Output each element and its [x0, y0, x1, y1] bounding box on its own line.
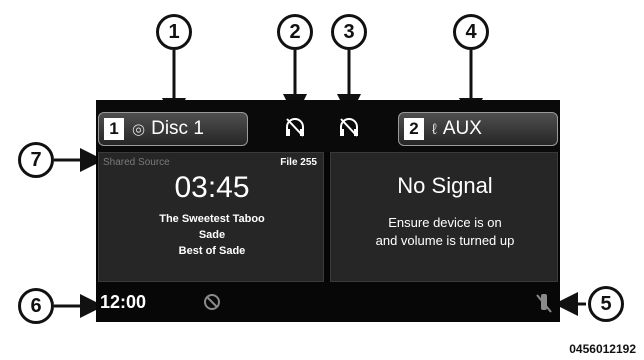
radio-screen: 1 ◎ Disc 1 2 ℓ AUX Shared Source File 25… — [96, 100, 560, 322]
shared-source-label: Shared Source — [103, 157, 170, 168]
callout-2: 2 — [277, 14, 313, 50]
source-2-number: 2 — [404, 118, 424, 140]
headphones-off-icon[interactable] — [284, 116, 306, 138]
source-2-panel[interactable]: No Signal Ensure device is on and volume… — [330, 152, 558, 282]
figure-code: 0456012192 — [569, 342, 636, 356]
top-bar: 1 ◎ Disc 1 2 ℓ AUX — [96, 100, 560, 152]
callout-3: 3 — [331, 14, 367, 50]
callout-7: 7 — [18, 142, 54, 178]
callout-4: 4 — [453, 14, 489, 50]
disc-icon: ◎ — [132, 121, 146, 138]
no-symbol-icon — [204, 294, 220, 310]
hint-line-1: Ensure device is on — [388, 215, 502, 230]
file-number: File 255 — [280, 157, 317, 168]
remote-off-icon — [536, 294, 552, 313]
song-title: The Sweetest Taboo — [159, 213, 265, 225]
source-2-label: AUX — [442, 118, 482, 139]
source-1-label: Disc 1 — [151, 118, 204, 139]
source-1-number: 1 — [104, 118, 124, 140]
headphones-off-icon[interactable] — [338, 116, 360, 138]
play-time: 03:45 — [174, 171, 250, 204]
album-name: Best of Sade — [178, 245, 246, 257]
aux-icon: ℓ — [432, 120, 437, 138]
artist-name: Sade — [198, 229, 226, 241]
callout-1: 1 — [156, 14, 192, 50]
source-2-button[interactable]: 2 ℓ AUX — [398, 112, 558, 146]
clock: 12:00 — [100, 292, 147, 312]
source-1-panel[interactable]: Shared Source File 255 03:45 The Sweetes… — [98, 152, 324, 282]
status-bar: 12:00 — [96, 282, 560, 322]
signal-status: No Signal — [397, 173, 493, 198]
callout-6: 6 — [18, 288, 54, 324]
hint-line-2: and volume is turned up — [375, 233, 515, 248]
callout-5: 5 — [588, 286, 624, 322]
source-1-button[interactable]: 1 ◎ Disc 1 — [98, 112, 248, 146]
